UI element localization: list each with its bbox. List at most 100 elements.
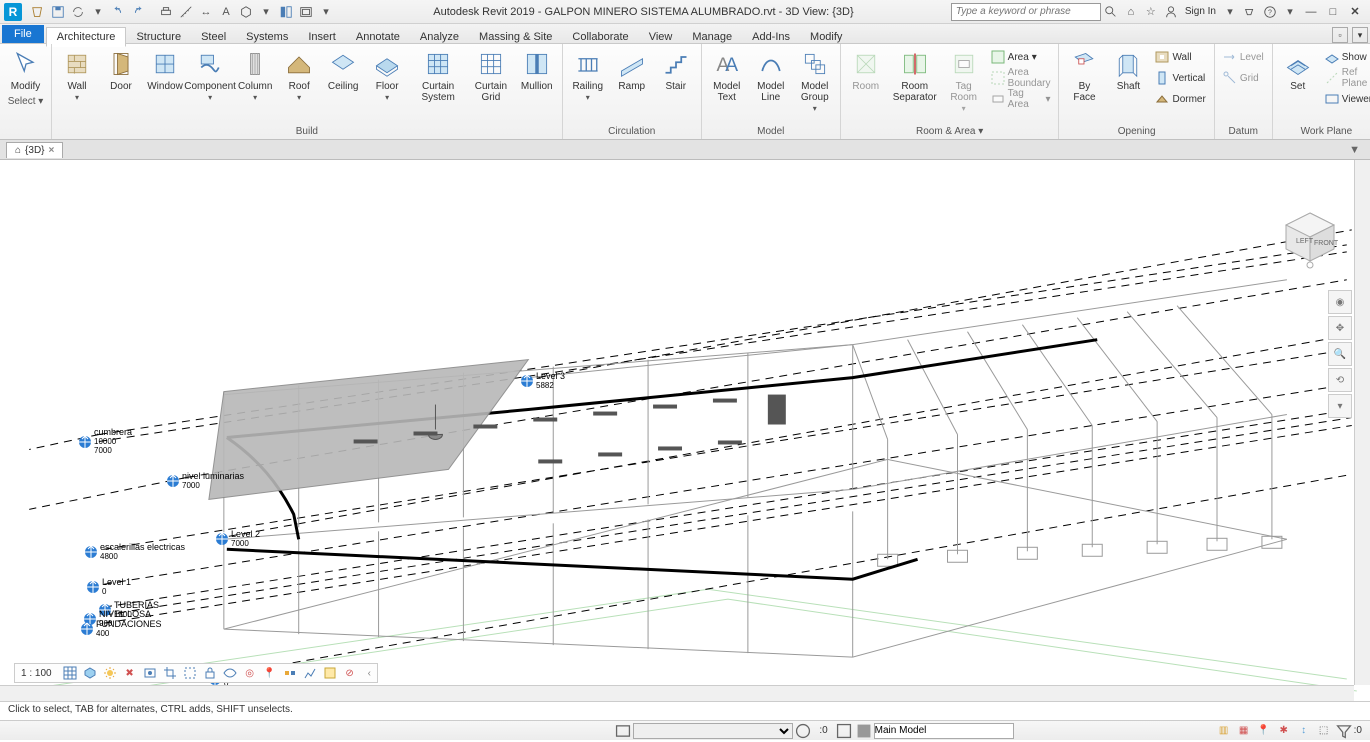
- column-button[interactable]: Column▾: [234, 47, 276, 104]
- qat-text-icon[interactable]: A: [217, 3, 235, 21]
- sun-path-icon[interactable]: [102, 665, 118, 681]
- keyin-icon[interactable]: ⌂: [1122, 3, 1140, 21]
- door-button[interactable]: Door: [100, 47, 142, 94]
- ribbon-minimize-button[interactable]: ▾: [1352, 27, 1368, 43]
- qat-thin-lines-icon[interactable]: [277, 3, 295, 21]
- opening-dormer-button[interactable]: Dormer: [1151, 89, 1209, 109]
- qat-undo-icon[interactable]: [109, 3, 127, 21]
- shaft-button[interactable]: Shaft: [1107, 47, 1149, 94]
- viewcube[interactable]: LEFT FRONT: [1278, 205, 1342, 269]
- reveal-constraints-icon[interactable]: ⊘: [342, 665, 358, 681]
- qat-switch-windows-icon[interactable]: ▾: [317, 3, 335, 21]
- favorite-icon[interactable]: ☆: [1142, 3, 1160, 21]
- qat-save-icon[interactable]: [49, 3, 67, 21]
- component-button[interactable]: Component▾: [188, 47, 232, 104]
- view-tab-3d[interactable]: ⌂ {3D} ×: [6, 142, 63, 158]
- level-marker[interactable]: nivel luminarias7000: [166, 472, 244, 490]
- ramp-button[interactable]: Ramp: [611, 47, 653, 94]
- opening-wall-button[interactable]: Wall: [1151, 47, 1209, 67]
- select-face-icon[interactable]: ✱: [1275, 723, 1293, 739]
- design-option-combo[interactable]: [874, 723, 1014, 739]
- signin-dropdown-icon[interactable]: ▾: [1221, 3, 1239, 21]
- highlight-icon[interactable]: [322, 665, 338, 681]
- orbit-button[interactable]: ⟲: [1328, 368, 1352, 392]
- user-icon[interactable]: [1162, 3, 1180, 21]
- qat-redo-icon[interactable]: [129, 3, 147, 21]
- select-underlay-icon[interactable]: ▦: [1235, 723, 1253, 739]
- workset-combo[interactable]: [633, 723, 793, 739]
- ref-plane-button[interactable]: Ref Plane: [1321, 68, 1370, 88]
- level-marker[interactable]: FUNDACIONES400: [80, 620, 162, 638]
- qat-close-hidden-icon[interactable]: [297, 3, 315, 21]
- area-button[interactable]: Area ▾: [987, 47, 1055, 67]
- window-button[interactable]: Window: [144, 47, 186, 94]
- level-marker[interactable]: Level 27000: [215, 530, 260, 548]
- close-view-button[interactable]: ×: [49, 145, 55, 156]
- background-icon[interactable]: ⬚: [1315, 723, 1333, 739]
- area-boundary-button[interactable]: Area Boundary: [987, 68, 1055, 88]
- analytical-icon[interactable]: [302, 665, 318, 681]
- file-tab[interactable]: File: [2, 25, 44, 43]
- qat-measure-icon[interactable]: [177, 3, 195, 21]
- ceiling-button[interactable]: Ceiling: [322, 47, 364, 94]
- maximize-button[interactable]: □: [1323, 3, 1343, 21]
- editable-only-icon[interactable]: [794, 723, 812, 739]
- ribbon-appearance-button[interactable]: ▫: [1332, 27, 1348, 43]
- horizontal-scrollbar[interactable]: [0, 685, 1354, 701]
- vertical-scrollbar[interactable]: [1354, 160, 1370, 685]
- filter-icon[interactable]: [1335, 723, 1353, 739]
- opening-vertical-button[interactable]: Vertical: [1151, 68, 1209, 88]
- room-area-panel-title[interactable]: Room & Area ▾: [845, 124, 1055, 139]
- minimize-button[interactable]: —: [1301, 3, 1321, 21]
- crop-icon[interactable]: [162, 665, 178, 681]
- rendering-icon[interactable]: [142, 665, 158, 681]
- pin-icon[interactable]: 📍: [262, 665, 278, 681]
- model-text-button[interactable]: AAModel Text: [706, 47, 748, 105]
- temp-hide-icon[interactable]: [222, 665, 238, 681]
- zoom-button[interactable]: 🔍: [1328, 342, 1352, 366]
- level-marker[interactable]: Level 10: [86, 578, 131, 596]
- crop-visible-icon[interactable]: [182, 665, 198, 681]
- exclude-options-icon[interactable]: [855, 723, 873, 739]
- roof-button[interactable]: Roof▾: [278, 47, 320, 104]
- reveal-hidden-icon[interactable]: ◎: [242, 665, 258, 681]
- qat-open-icon[interactable]: [29, 3, 47, 21]
- level-button[interactable]: Level: [1219, 47, 1268, 67]
- modify-button[interactable]: Modify: [5, 47, 47, 94]
- signin-button[interactable]: Sign In: [1185, 6, 1216, 17]
- nav-more-button[interactable]: ▾: [1328, 394, 1352, 418]
- model-group-button[interactable]: Model Group▾: [794, 47, 836, 115]
- curtain-system-button[interactable]: Curtain System: [410, 47, 466, 105]
- curtain-grid-button[interactable]: Curtain Grid: [468, 47, 514, 105]
- qat-dim-icon[interactable]: ↔: [197, 3, 215, 21]
- by-face-button[interactable]: By Face: [1063, 47, 1105, 105]
- close-button[interactable]: ✕: [1345, 3, 1365, 21]
- set-button[interactable]: Set: [1277, 47, 1319, 94]
- shadows-icon[interactable]: ✖: [122, 665, 138, 681]
- level-marker[interactable]: Level 35882: [520, 372, 565, 390]
- qat-sync-icon[interactable]: [69, 3, 87, 21]
- level-marker[interactable]: escalerillas electricas4800: [84, 543, 185, 561]
- exchange-icon[interactable]: [1241, 3, 1259, 21]
- detail-level-icon[interactable]: [62, 665, 78, 681]
- search-icon[interactable]: [1102, 3, 1120, 21]
- floor-button[interactable]: Floor▾: [366, 47, 408, 104]
- worksets-icon[interactable]: [614, 723, 632, 739]
- visual-style-icon[interactable]: [82, 665, 98, 681]
- qat-3d-icon[interactable]: [237, 3, 255, 21]
- tag-area-button[interactable]: Tag Area ▾: [987, 89, 1055, 109]
- drag-elements-icon[interactable]: ↕: [1295, 723, 1313, 739]
- grid-button[interactable]: Grid: [1219, 68, 1268, 88]
- railing-button[interactable]: Railing▾: [567, 47, 609, 104]
- scale-value[interactable]: 1 : 100: [21, 668, 52, 679]
- select-links-icon[interactable]: ▥: [1215, 723, 1233, 739]
- wall-button[interactable]: Wall▾: [56, 47, 98, 104]
- help-icon[interactable]: ?: [1261, 3, 1279, 21]
- mullion-button[interactable]: Mullion: [516, 47, 558, 94]
- select-pinned-icon[interactable]: 📍: [1255, 723, 1273, 739]
- qat-section-icon[interactable]: ▾: [257, 3, 275, 21]
- tag-room-button[interactable]: Tag Room▾: [943, 47, 985, 115]
- room-button[interactable]: Room: [845, 47, 887, 94]
- qat-dropdown-icon[interactable]: ▾: [89, 3, 107, 21]
- drawing-canvas[interactable]: cumbrera100007000nivel luminarias7000Lev…: [0, 160, 1370, 702]
